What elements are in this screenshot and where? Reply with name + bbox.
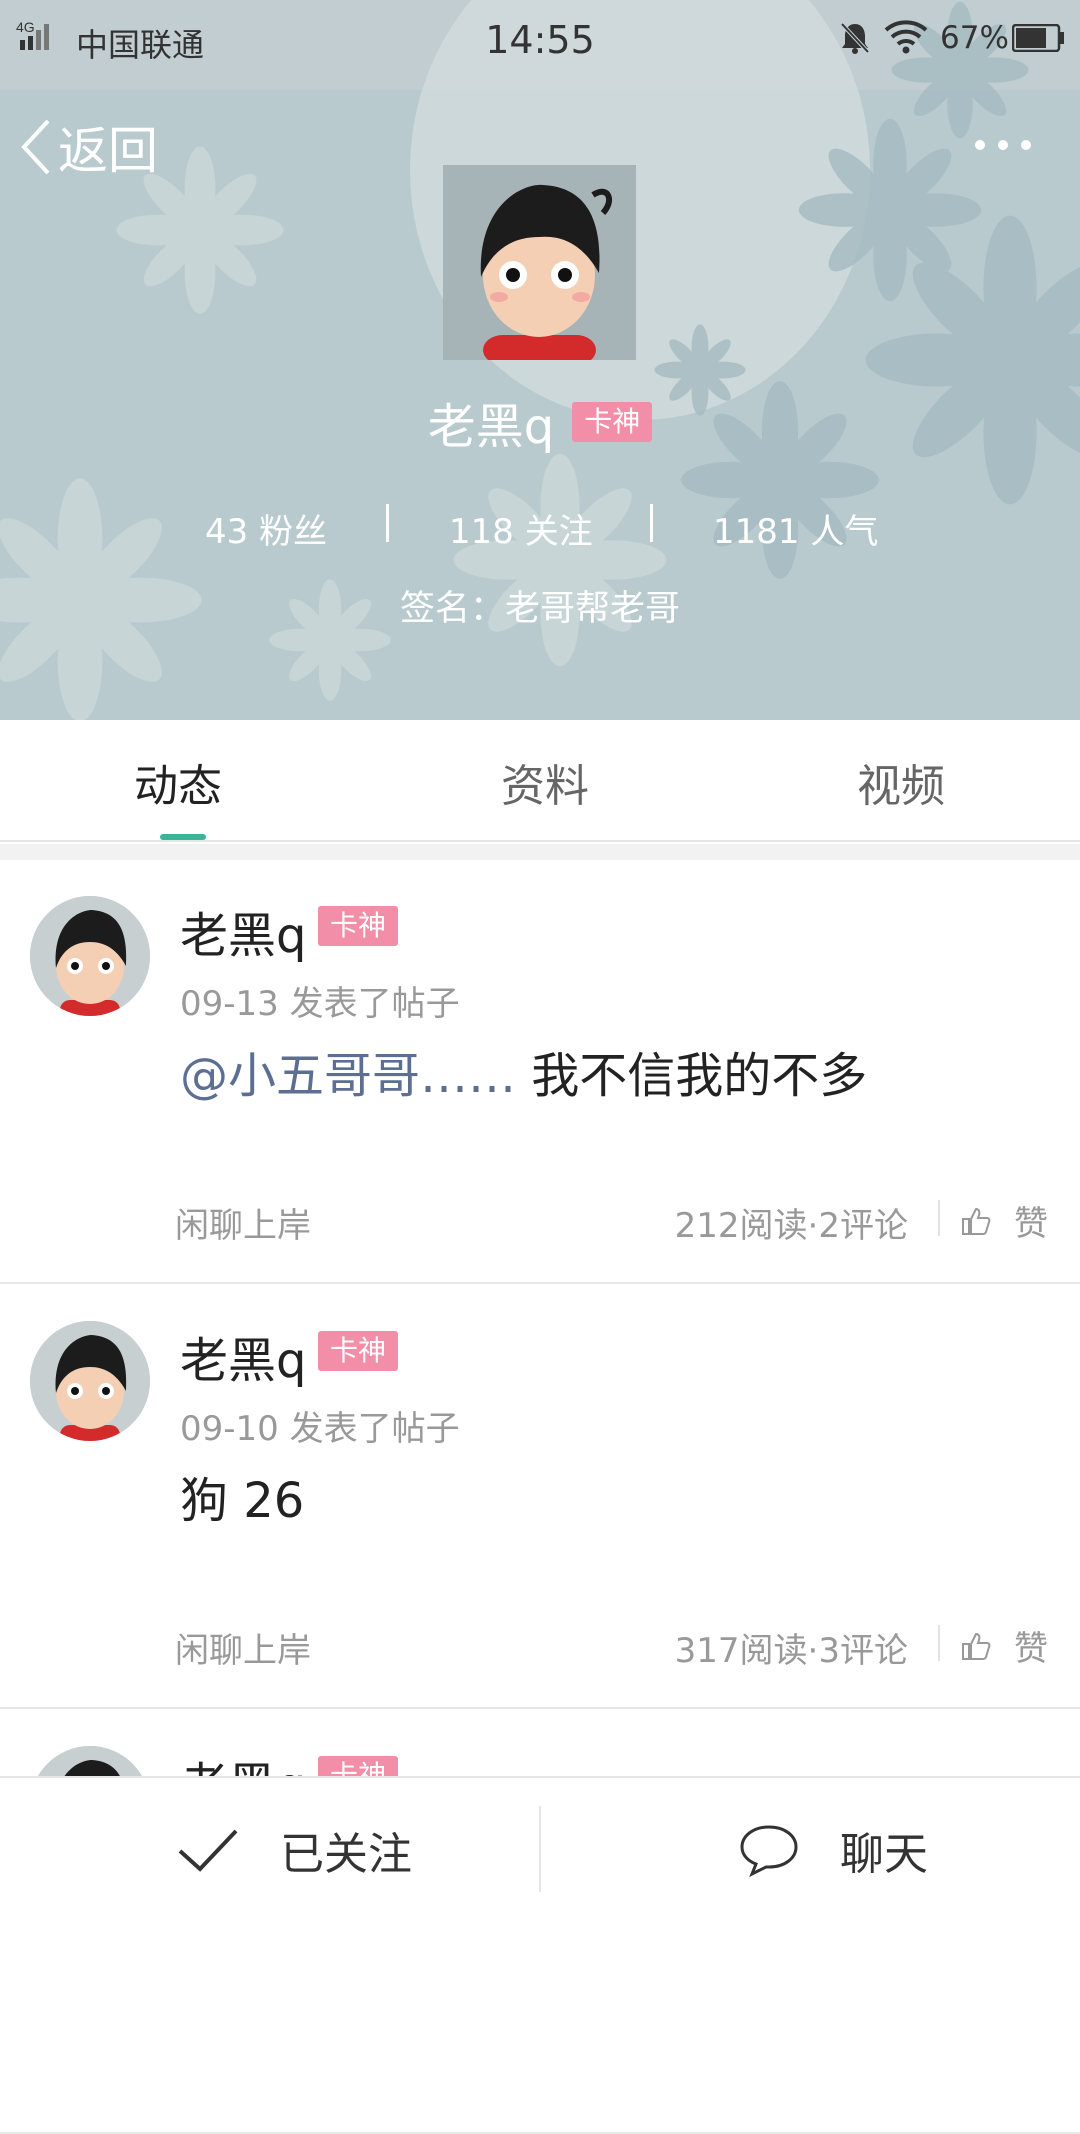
tab-profile-info[interactable]: 资料 [501, 750, 589, 814]
profile-name: 老黑q [427, 399, 555, 455]
post-text: 我不信我的不多 [531, 1048, 868, 1104]
stats-divider [386, 504, 389, 542]
battery-percent: 67% [940, 20, 1009, 56]
bottom-action-bar: 已关注 聊天 [0, 1776, 1080, 1920]
like-button[interactable]: 赞 [960, 1196, 1048, 1245]
chat-bubble-icon [740, 1825, 798, 1877]
checkmark-icon [178, 1829, 238, 1872]
profile-tabs: 动态 资料 视频 [0, 720, 1080, 842]
thumbs-up-icon [962, 1207, 991, 1235]
user-badge: 卡神 [318, 906, 399, 946]
follow-label: 已关注 [280, 1829, 412, 1880]
stats-divider [650, 504, 653, 542]
post-forum[interactable]: 闲聊上岸 [175, 1198, 311, 1247]
more-icon[interactable] [970, 130, 1036, 160]
post-text: 狗 26 [180, 1473, 305, 1529]
post-avatar[interactable] [30, 896, 150, 1016]
status-bar: 4G 中国联通 14:55 67% [0, 0, 1080, 78]
fans-count[interactable]: 43 粉丝 [205, 504, 327, 553]
user-badge: 卡神 [318, 1331, 399, 1371]
post-counts: 317阅读·3评论 [674, 1631, 908, 1671]
chat-button[interactable]: 聊天 [738, 1778, 928, 1922]
section-divider [0, 844, 1080, 860]
feed-post[interactable]: 老黑q 卡神 09-10 发表了帖子 狗 26 闲聊上岸 317阅读·3评论 赞 [0, 1285, 1080, 1709]
post-action-divider [938, 1200, 940, 1236]
avatar-image [443, 165, 636, 360]
chat-label: 聊天 [840, 1829, 928, 1880]
like-button[interactable]: 赞 [960, 1621, 1048, 1670]
popularity-count: 1181 人气 [713, 512, 879, 552]
following-count[interactable]: 118 关注 [449, 504, 593, 553]
post-author[interactable]: 老黑q [180, 896, 306, 966]
post-content[interactable]: @小五哥哥…… 我不信我的不多 [180, 1036, 867, 1106]
feed-post[interactable]: 老黑q 卡神 [0, 1710, 1080, 2134]
user-badge: 卡神 [572, 402, 653, 442]
battery-icon [1012, 24, 1064, 52]
profile-name-row: 老黑q 卡神 [0, 392, 1080, 455]
like-label: 赞 [1014, 1204, 1048, 1244]
like-label: 赞 [1014, 1629, 1048, 1669]
post-mention[interactable]: @小五哥哥…… [180, 1048, 516, 1104]
post-avatar[interactable] [30, 1321, 150, 1441]
post-forum[interactable]: 闲聊上岸 [175, 1623, 311, 1672]
wifi-icon [884, 20, 928, 54]
post-author[interactable]: 老黑q [180, 1321, 306, 1391]
tab-videos[interactable]: 视频 [857, 750, 945, 814]
chevron-left-icon [21, 119, 50, 175]
tab-dynamics[interactable]: 动态 [134, 750, 222, 814]
follow-button[interactable]: 已关注 [176, 1778, 412, 1922]
post-action-divider [938, 1625, 940, 1661]
back-label: 返回 [58, 122, 158, 180]
bell-muted-icon [840, 22, 870, 54]
back-button[interactable]: 返回 [18, 112, 158, 182]
post-content[interactable]: 狗 26 [180, 1461, 304, 1531]
profile-stats: 43 粉丝 118 关注 1181 人气 [0, 500, 1080, 553]
bottom-bar-divider [539, 1806, 541, 1892]
profile-header: 4G 中国联通 14:55 67% 返回 老黑q 卡神 43 粉丝 118 关注… [0, 0, 1080, 720]
active-tab-indicator [160, 834, 206, 840]
feed-post[interactable]: 老黑q 卡神 09-13 发表了帖子 @小五哥哥…… 我不信我的不多 闲聊上岸 … [0, 860, 1080, 1284]
post-counts: 212阅读·2评论 [674, 1206, 908, 1246]
avatar-image [30, 1321, 150, 1441]
post-meta: 09-10 发表了帖子 [180, 1409, 460, 1449]
avatar-image [30, 896, 150, 1016]
post-meta: 09-13 发表了帖子 [180, 984, 460, 1024]
profile-avatar[interactable] [443, 165, 636, 360]
profile-signature: 签名：老哥帮老哥 [399, 589, 680, 629]
thumbs-up-icon [962, 1632, 991, 1660]
